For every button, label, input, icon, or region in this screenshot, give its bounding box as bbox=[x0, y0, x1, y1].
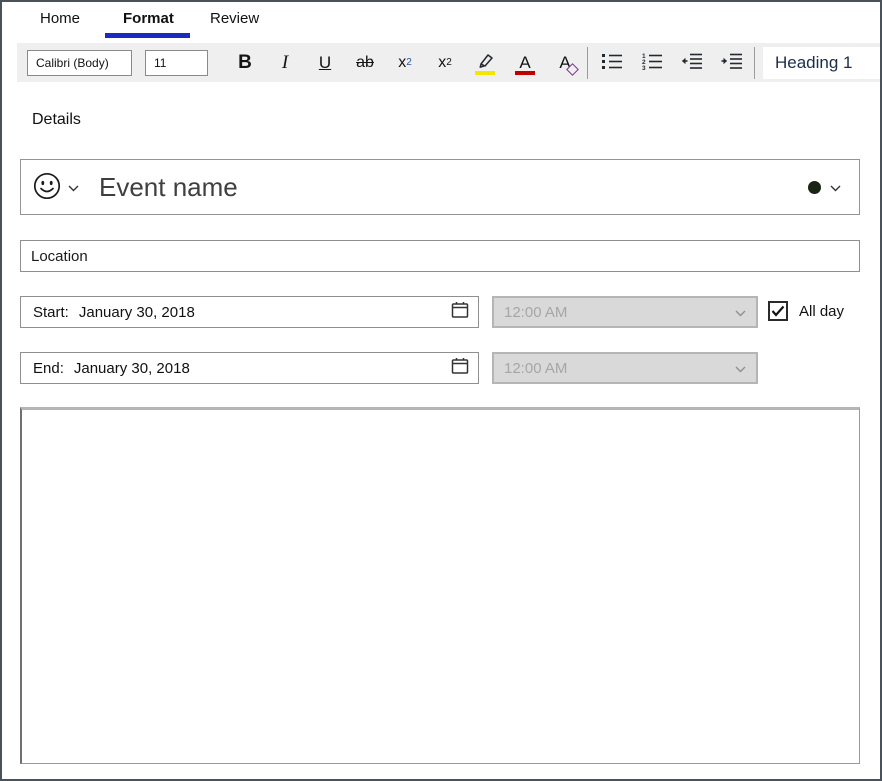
bold-button[interactable]: B bbox=[225, 46, 265, 80]
superscript-digit: 2 bbox=[446, 57, 452, 68]
decrease-indent-button[interactable] bbox=[672, 46, 712, 80]
highlight-button[interactable] bbox=[465, 46, 505, 80]
event-name-row bbox=[20, 159, 860, 215]
active-tab-indicator bbox=[105, 33, 190, 38]
event-editor-window: Home Format Review B I U ab x2 x2 A bbox=[0, 0, 882, 781]
smiley-icon bbox=[33, 172, 61, 203]
end-date-value: January 30, 2018 bbox=[73, 359, 190, 377]
paragraph-style-dropdown[interactable]: Heading 1 bbox=[763, 46, 880, 79]
start-date-picker[interactable]: Start: January 30, 2018 bbox=[20, 296, 479, 328]
end-label: End: bbox=[33, 359, 64, 377]
event-description-textarea[interactable] bbox=[20, 407, 860, 764]
chevron-down-icon bbox=[68, 180, 79, 195]
clear-formatting-button[interactable]: A bbox=[545, 46, 585, 80]
svg-text:3: 3 bbox=[642, 65, 646, 70]
font-color-bar bbox=[515, 70, 535, 75]
list-indent-group: 123 bbox=[592, 46, 752, 80]
event-color-dot bbox=[808, 180, 821, 194]
paragraph-style-value: Heading 1 bbox=[775, 52, 853, 72]
bullet-list-icon bbox=[601, 52, 623, 73]
chevron-down-icon bbox=[735, 360, 746, 377]
toolbar-separator bbox=[587, 46, 588, 79]
location-input[interactable] bbox=[20, 240, 860, 272]
font-color-button[interactable]: A bbox=[505, 46, 545, 80]
bullet-list-button[interactable] bbox=[592, 46, 632, 80]
start-time-value: 12:00 AM bbox=[504, 303, 568, 321]
all-day-group: All day bbox=[768, 301, 844, 321]
highlight-color-bar bbox=[475, 70, 495, 75]
tab-format[interactable]: Format bbox=[123, 10, 174, 27]
calendar-icon bbox=[451, 357, 469, 379]
tab-review[interactable]: Review bbox=[210, 10, 259, 27]
all-day-checkbox[interactable] bbox=[768, 301, 788, 321]
formatting-toolbar: B I U ab x2 x2 A A bbox=[17, 43, 880, 82]
chevron-down-icon bbox=[830, 180, 841, 195]
tab-home[interactable]: Home bbox=[40, 10, 80, 27]
font-size-input[interactable] bbox=[145, 49, 208, 76]
emoji-picker-button[interactable] bbox=[33, 172, 79, 203]
increase-indent-icon bbox=[721, 52, 743, 73]
strikethrough-button[interactable]: ab bbox=[345, 46, 385, 80]
details-heading: Details bbox=[32, 111, 81, 128]
end-date-picker[interactable]: End: January 30, 2018 bbox=[20, 352, 479, 384]
numbered-list-icon: 123 bbox=[641, 52, 663, 73]
start-time-select: 12:00 AM bbox=[492, 296, 758, 328]
superscript-base: x bbox=[438, 53, 447, 71]
subscript-button[interactable]: x2 bbox=[385, 46, 425, 80]
superscript-button[interactable]: x2 bbox=[425, 46, 465, 80]
event-color-picker-button[interactable] bbox=[808, 180, 841, 195]
chevron-down-icon bbox=[735, 304, 746, 321]
decrease-indent-icon bbox=[681, 52, 703, 73]
all-day-label: All day bbox=[799, 302, 845, 320]
underline-button[interactable]: U bbox=[305, 46, 345, 80]
event-name-input[interactable] bbox=[97, 170, 808, 204]
italic-button[interactable]: I bbox=[265, 46, 305, 80]
increase-indent-button[interactable] bbox=[712, 46, 752, 80]
numbered-list-button[interactable]: 123 bbox=[632, 46, 672, 80]
start-date-value: January 30, 2018 bbox=[78, 303, 195, 321]
start-label: Start: bbox=[33, 303, 69, 321]
font-name-input[interactable] bbox=[27, 49, 132, 76]
text-style-group: B I U ab x2 x2 A A bbox=[225, 46, 585, 80]
font-color-letter: A bbox=[519, 52, 531, 72]
end-time-select: 12:00 AM bbox=[492, 352, 758, 384]
subscript-digit: 2 bbox=[406, 57, 412, 68]
calendar-icon bbox=[451, 301, 469, 323]
subscript-base: x bbox=[398, 53, 407, 71]
toolbar-separator bbox=[754, 46, 755, 79]
end-time-value: 12:00 AM bbox=[504, 359, 568, 377]
